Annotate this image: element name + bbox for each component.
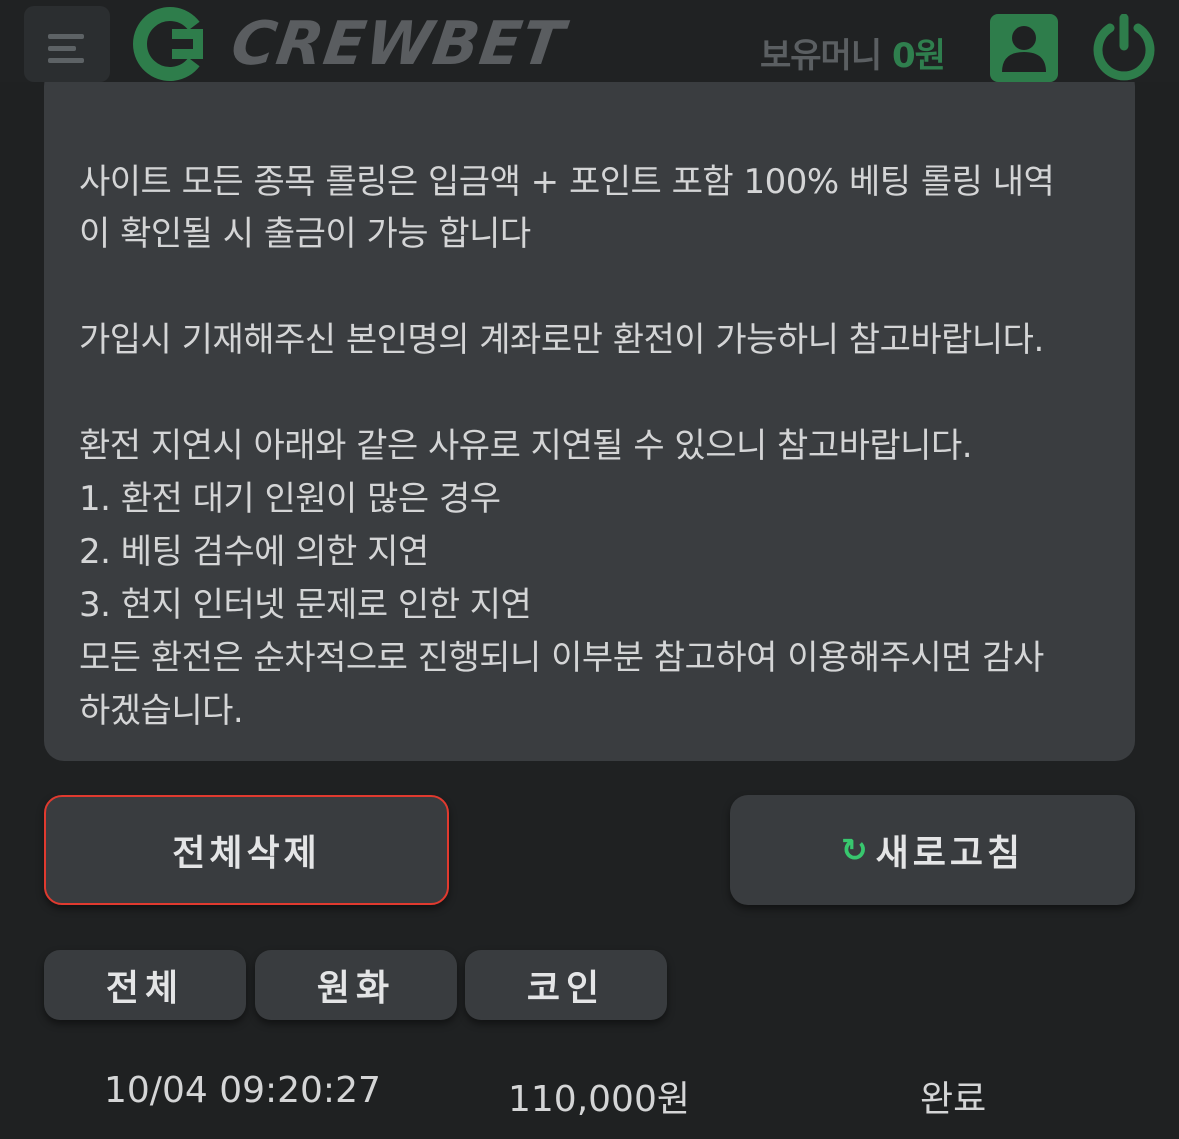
tab-krw[interactable]: 원화 bbox=[255, 950, 457, 1020]
top-header: CREWBET 보유머니 0원 bbox=[0, 0, 1179, 82]
balance-amount: 0원 bbox=[891, 36, 946, 76]
refresh-icon: ↻ bbox=[840, 831, 868, 869]
notice-line: 3. 현지 인터넷 문제로 인한 지연 bbox=[79, 585, 532, 625]
history-datetime: 10/04 09:20:27 bbox=[104, 1070, 381, 1111]
user-icon bbox=[1002, 26, 1046, 72]
tab-label: 전체 bbox=[105, 968, 185, 1009]
delete-all-label: 전체삭제 bbox=[172, 833, 321, 874]
withdrawal-page: 사이트 모든 종목 롤링은 입금액 + 포인트 포함 100% 베팅 롤링 내역… bbox=[0, 0, 1179, 1139]
notice-line: 2. 베팅 검수에 의한 지연 bbox=[79, 532, 429, 572]
user-button[interactable] bbox=[990, 14, 1058, 82]
history-status: 완료 bbox=[920, 1079, 987, 1120]
tab-label: 코인 bbox=[526, 968, 606, 1009]
brand-logo[interactable]: CREWBET bbox=[132, 6, 569, 82]
power-icon bbox=[1093, 13, 1155, 81]
refresh-button[interactable]: ↻ 새로고침 bbox=[730, 795, 1135, 905]
withdrawal-notice: 사이트 모든 종목 롤링은 입금액 + 포인트 포함 100% 베팅 롤링 내역… bbox=[44, 66, 1135, 761]
history-amount: 110,000원 bbox=[508, 1079, 690, 1120]
notice-line: 가입시 기재해주신 본인명의 계좌로만 환전이 가능하니 참고바랍니다. bbox=[79, 320, 1044, 360]
notice-line: 사이트 모든 종목 롤링은 입금액 + 포인트 포함 100% 베팅 롤링 내역 bbox=[79, 162, 1055, 202]
tab-all[interactable]: 전체 bbox=[44, 950, 246, 1020]
brand-name: CREWBET bbox=[227, 9, 569, 79]
delete-all-button[interactable]: 전체삭제 bbox=[44, 795, 449, 905]
menu-icon bbox=[48, 34, 84, 39]
tab-label: 원화 bbox=[316, 968, 396, 1009]
notice-line: 1. 환전 대기 인원이 많은 경우 bbox=[79, 479, 501, 519]
refresh-label: 새로고침 bbox=[875, 833, 1025, 874]
notice-line: 환전 지연시 아래와 같은 사유로 지연될 수 있으니 참고바랍니다. bbox=[79, 426, 973, 466]
notice-line: 하겠습니다. bbox=[79, 691, 244, 731]
balance-display: 보유머니 0원 bbox=[760, 28, 946, 77]
logout-button[interactable] bbox=[1088, 13, 1160, 82]
menu-icon-bar bbox=[48, 58, 84, 63]
notice-line: 이 확인될 시 출금이 가능 합니다 bbox=[79, 214, 531, 254]
menu-button[interactable] bbox=[24, 6, 110, 82]
balance-label: 보유머니 bbox=[760, 36, 882, 76]
tab-coin[interactable]: 코인 bbox=[465, 950, 667, 1020]
crewbet-logo-icon bbox=[133, 7, 203, 81]
notice-line: 모든 환전은 순차적으로 진행되니 이부분 참고하여 이용해주시면 감사 bbox=[79, 638, 1044, 678]
menu-icon-bar bbox=[48, 46, 76, 51]
